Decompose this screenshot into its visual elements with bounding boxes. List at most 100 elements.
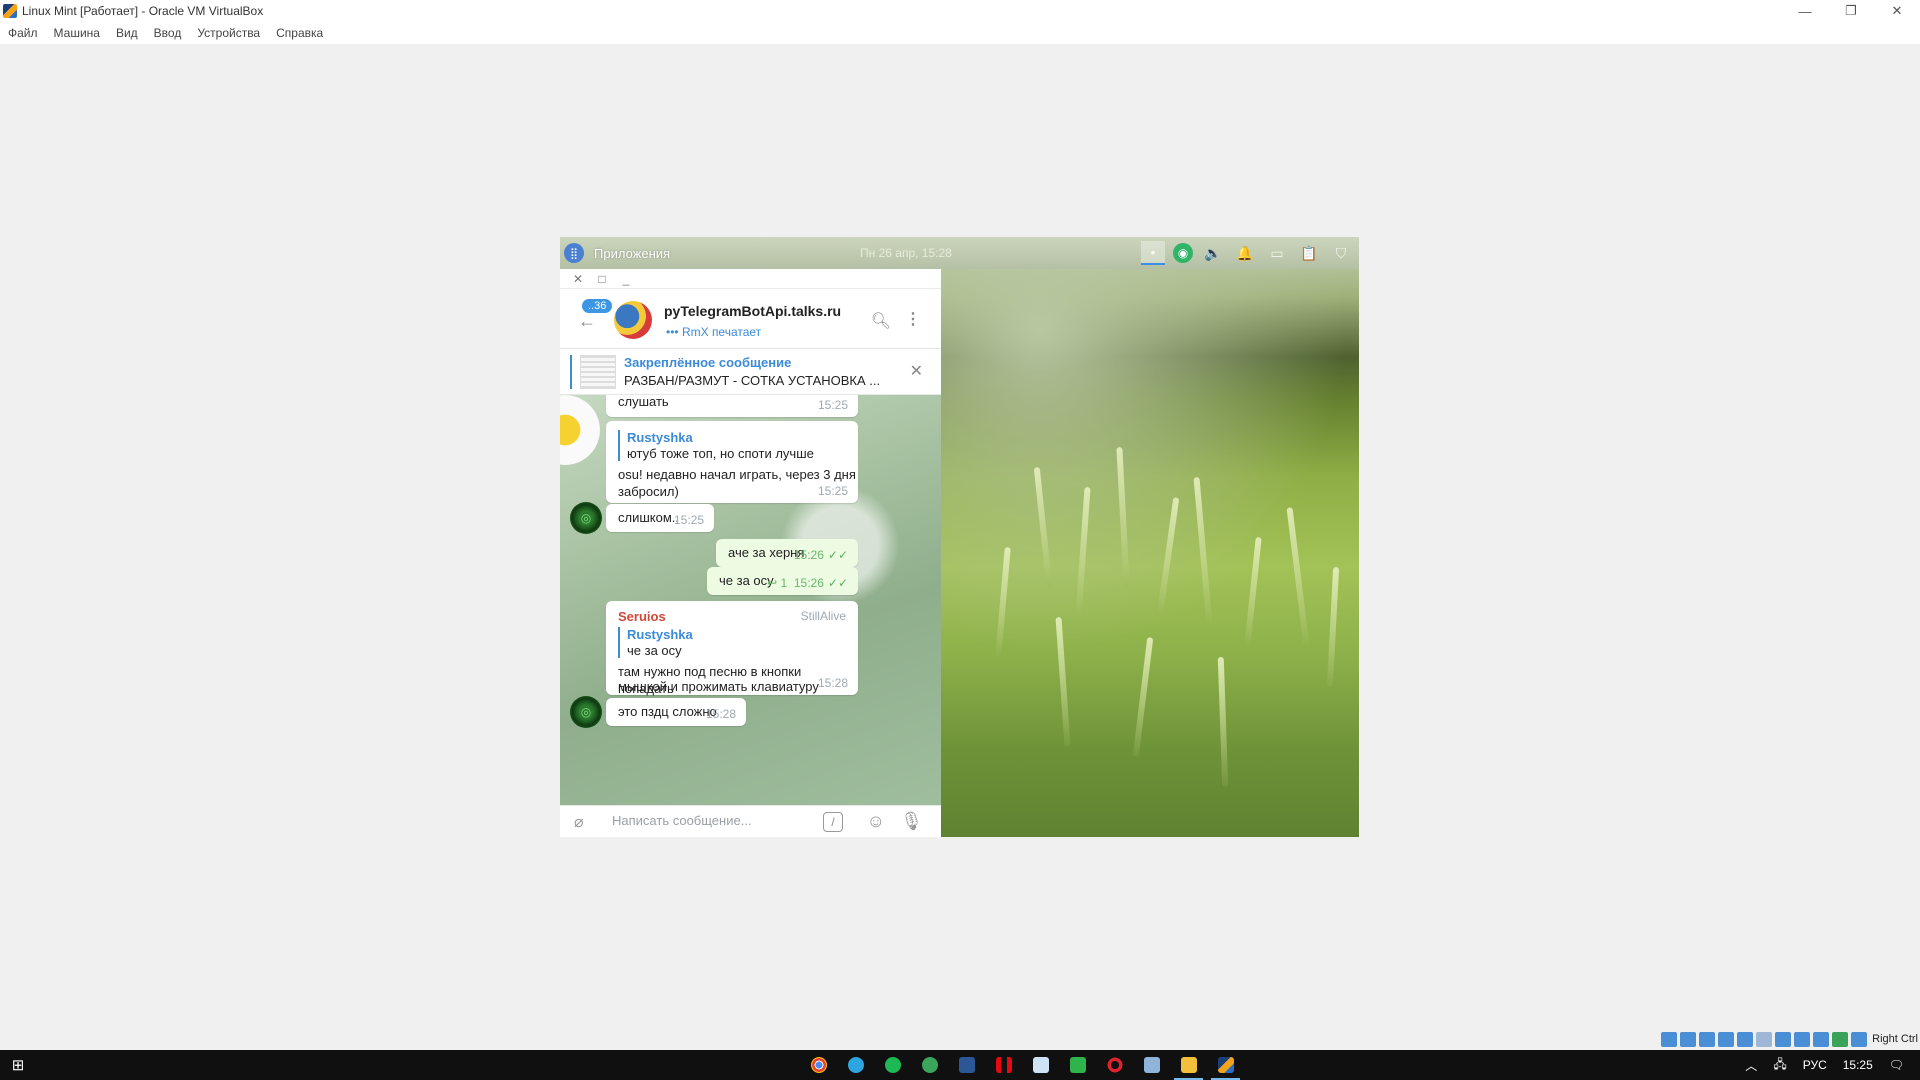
panel-clock[interactable]: Пн 26 апр, 15:28 (860, 246, 952, 260)
vm-state-icon[interactable] (1813, 1031, 1830, 1047)
tg-minimize-button[interactable]: _ (614, 272, 638, 286)
network-icon[interactable] (1718, 1031, 1735, 1047)
notifications-bell-icon[interactable]: 🔔 (1233, 241, 1257, 265)
reply-text: че за осу (627, 643, 682, 658)
chat-avatar[interactable] (614, 301, 652, 339)
read-checks-icon: ✓✓ (827, 548, 848, 562)
virtualbox-cube-icon[interactable] (1133, 1050, 1170, 1080)
phone-icon[interactable] (1059, 1050, 1096, 1080)
wallpaper-flower (560, 395, 600, 465)
menu-help[interactable]: Справка (276, 26, 323, 40)
usb-icon[interactable] (1737, 1031, 1754, 1047)
opera-icon[interactable] (1096, 1050, 1133, 1080)
message-bubble-outgoing[interactable]: че за осу ↩ 1 15:26 ✓✓ (707, 567, 858, 595)
message-bubble[interactable]: это пздц сложно 15:28 (606, 698, 746, 726)
telegram-icon[interactable] (837, 1050, 874, 1080)
reply-quote[interactable]: Rustyshka че за осу (618, 627, 693, 658)
microphone-icon[interactable]: 🎙︎ (900, 811, 923, 832)
vbox-menubar: Файл Машина Вид Ввод Устройства Справка (0, 22, 1920, 44)
taskbar-clock[interactable]: 15:25 (1843, 1058, 1873, 1072)
message-text: это пздц сложно (618, 704, 717, 719)
menu-file[interactable]: Файл (8, 26, 38, 40)
pinned-accent-bar (570, 355, 572, 389)
display-icon[interactable]: ▭ (1265, 241, 1289, 265)
back-arrow-icon[interactable]: ← (578, 311, 596, 332)
tg-close-button[interactable]: ✕ (566, 272, 590, 286)
workspace-indicator-icon[interactable]: • (1141, 241, 1165, 265)
minimize-button[interactable]: — (1782, 0, 1828, 22)
hard-disk-icon[interactable] (1661, 1031, 1678, 1047)
language-indicator[interactable]: РУС (1803, 1058, 1827, 1072)
windows-taskbar: ⊞ ︿ 🖧 РУС 15:25 🗨 (0, 1050, 1920, 1080)
telegram-window: ✕ □ _ ← ..36 pyTelegramBotApi.talks.ru •… (560, 269, 941, 837)
unread-badge: ..36 (582, 299, 613, 313)
reply-author: Rustyshka (627, 430, 693, 445)
pinned-message-bar[interactable]: Закреплённое сообщение РАЗБАН/РАЗМУТ - С… (560, 349, 941, 395)
apps-menu-label[interactable]: Приложения (594, 246, 670, 261)
network-icon[interactable]: 🖧 (1773, 1055, 1786, 1076)
windows-start-icon[interactable]: ⊞ (0, 1050, 36, 1080)
reply-text: ютуб тоже топ, но споти лучше (627, 446, 814, 461)
menu-input[interactable]: Ввод (154, 26, 182, 40)
vbox-statusbar: Right Ctrl (1661, 1030, 1918, 1048)
bot-command-icon[interactable]: / (823, 812, 843, 832)
shield-icon[interactable]: ⛉ (1329, 241, 1353, 265)
volume-icon[interactable]: 🔈 (1201, 241, 1225, 265)
guest-additions-icon[interactable] (1832, 1031, 1849, 1047)
messages-area[interactable]: слушать 15:25 Rustyshka ютуб тоже топ, н… (560, 395, 941, 805)
attach-paperclip-icon[interactable]: ⌀ (574, 812, 584, 832)
display-settings-icon[interactable] (1775, 1031, 1792, 1047)
spotify-icon[interactable] (874, 1050, 911, 1080)
more-vertical-icon[interactable]: ⋮ (905, 309, 921, 329)
menu-devices[interactable]: Устройства (197, 26, 260, 40)
pinned-text: РАЗБАН/РАЗМУТ - СОТКА УСТАНОВКА ... (624, 373, 881, 388)
window-controls: — ❐ ✕ (1782, 0, 1920, 22)
pinned-close-icon[interactable]: ✕ (910, 361, 923, 381)
menu-machine[interactable]: Машина (54, 26, 100, 40)
notepad-icon[interactable] (1022, 1050, 1059, 1080)
chevron-up-icon[interactable]: ︿ (1745, 1057, 1757, 1074)
virtualbox-window-icon[interactable] (1207, 1050, 1244, 1080)
message-text: слушать (618, 395, 669, 409)
reply-author: Rustyshka (627, 627, 693, 642)
sender-name[interactable]: Seruios (618, 609, 666, 624)
search-icon[interactable]: 🔍︎ (871, 311, 891, 331)
host-key-label: Right Ctrl (1872, 1033, 1918, 1045)
file-explorer-icon[interactable] (1170, 1050, 1207, 1080)
chat-title[interactable]: pyTelegramBotApi.talks.ru (664, 303, 841, 319)
reply-quote[interactable]: Rustyshka ютуб тоже топ, но споти лучше (618, 430, 814, 461)
update-manager-icon[interactable]: ◉ (1173, 243, 1193, 263)
apps-menu-icon[interactable]: ⣿ (564, 243, 584, 263)
message-text: мышкой и прожимать клавиатуру (618, 679, 819, 694)
panel-tray: • ◉ 🔈 🔔 ▭ 📋 ⛉ (1133, 241, 1353, 265)
xbox-icon[interactable] (911, 1050, 948, 1080)
user-avatar[interactable]: ◎ (570, 502, 602, 534)
emoji-icon[interactable]: ☺ (867, 811, 885, 832)
message-time: ↩ 1 15:26 ✓✓ (767, 576, 848, 590)
clipboard-icon[interactable]: 📋 (1297, 241, 1321, 265)
message-bubble[interactable]: Rustyshka ютуб тоже топ, но споти лучше … (606, 421, 858, 503)
chrome-icon[interactable] (800, 1050, 837, 1080)
tg-maximize-button[interactable]: □ (590, 272, 614, 286)
vm-screen[interactable]: ⣿ Приложения Пн 26 апр, 15:28 • ◉ 🔈 🔔 ▭ … (560, 237, 1359, 837)
shared-folders-icon[interactable] (1756, 1031, 1773, 1047)
sender-tag: StillAlive (800, 609, 846, 623)
restore-button[interactable]: ❐ (1828, 0, 1874, 22)
message-bubble[interactable]: слушать 15:25 (606, 395, 858, 417)
message-time: 15:25 (817, 398, 848, 412)
video-capture-icon[interactable] (1794, 1031, 1811, 1047)
message-input[interactable] (612, 813, 812, 828)
message-bubble-outgoing[interactable]: аче за херня 15:26 ✓✓ (716, 539, 858, 567)
word-icon[interactable] (948, 1050, 985, 1080)
mouse-integration-icon[interactable] (1851, 1031, 1868, 1047)
message-bubble[interactable]: Seruios StillAlive Rustyshka че за осу т… (606, 601, 858, 696)
user-avatar[interactable]: ◎ (570, 696, 602, 728)
taskbar-apps (800, 1050, 1244, 1080)
menu-view[interactable]: Вид (116, 26, 138, 40)
message-bubble[interactable]: слишком.. 15:25 (606, 504, 714, 532)
close-button[interactable]: ✕ (1874, 0, 1920, 22)
optical-drive-icon[interactable] (1680, 1031, 1697, 1047)
audio-icon[interactable] (1699, 1031, 1716, 1047)
netflix-icon[interactable] (985, 1050, 1022, 1080)
action-center-icon[interactable]: 🗨 (1889, 1058, 1904, 1072)
